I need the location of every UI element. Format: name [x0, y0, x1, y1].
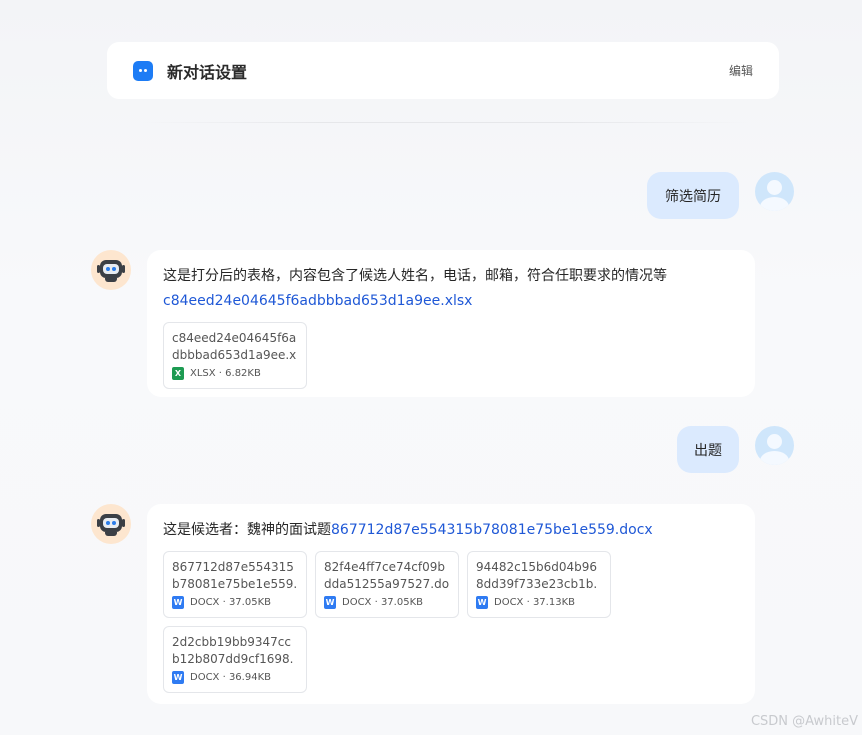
- file-name: 94482c15b6d04b968dd39f733e23cb1b.d...: [476, 560, 598, 591]
- header-divider: [140, 122, 750, 123]
- bot-message-body: 这是打分后的表格，内容包含了候选人姓名，电话，邮箱，符合任职要求的情况等: [163, 268, 667, 284]
- file-card[interactable]: 2d2cbb19bb9347ccb12b807dd9cf1698.d... W …: [163, 626, 307, 693]
- bot-avatar: [91, 504, 131, 544]
- watermark: CSDN @AwhiteV: [750, 714, 858, 729]
- chat-page: 新对话设置 编辑 筛选简历 这是打分后的表格，内容包含了候选人姓名，电话，邮箱，…: [0, 0, 862, 735]
- file-meta: W DOCX · 37.13KB: [476, 596, 602, 609]
- user-avatar: [755, 172, 794, 211]
- file-type-size: DOCX · 37.05KB: [342, 597, 423, 608]
- bot-message-bubble: 这是候选者：魏神的面试题867712d87e554315b78081e75be1…: [147, 504, 755, 704]
- file-card[interactable]: c84eed24e04645f6adbbbad653d1a9ee.xlsx X …: [163, 322, 307, 389]
- bot-message-body: 这是候选者：魏神的面试题: [163, 522, 331, 538]
- file-name: 82f4e4ff7ce74cf09bdda51255a97527.docx: [324, 560, 450, 591]
- docx-file-icon: W: [172, 596, 184, 609]
- user-message-text: 出题: [694, 442, 722, 459]
- user-message-text: 筛选简历: [665, 188, 721, 205]
- bot-avatar: [91, 250, 131, 290]
- file-link[interactable]: 867712d87e554315b78081e75be1e559.docx: [331, 522, 653, 538]
- user-message-bubble: 出题: [677, 426, 739, 473]
- docx-file-icon: W: [324, 596, 336, 609]
- robot-icon: [100, 260, 122, 278]
- file-meta: X XLSX · 6.82KB: [172, 367, 298, 380]
- bot-message-text: 这是打分后的表格，内容包含了候选人姓名，电话，邮箱，符合任职要求的情况等 c84…: [163, 264, 739, 314]
- docx-file-icon: W: [476, 596, 488, 609]
- file-meta: W DOCX · 37.05KB: [172, 596, 298, 609]
- file-name: 2d2cbb19bb9347ccb12b807dd9cf1698.d...: [172, 635, 294, 666]
- bot-message-bubble: 这是打分后的表格，内容包含了候选人姓名，电话，邮箱，符合任职要求的情况等 c84…: [147, 250, 755, 397]
- edit-button[interactable]: 编辑: [729, 62, 753, 79]
- user-message-bubble: 筛选简历: [647, 172, 739, 219]
- file-type-size: XLSX · 6.82KB: [190, 368, 261, 379]
- docx-file-icon: W: [172, 671, 184, 684]
- file-type-size: DOCX · 37.13KB: [494, 597, 575, 608]
- xlsx-file-icon: X: [172, 367, 184, 380]
- file-card[interactable]: 82f4e4ff7ce74cf09bdda51255a97527.docx W …: [315, 551, 459, 618]
- file-attachments: 867712d87e554315b78081e75be1e559.d... W …: [163, 551, 739, 693]
- chat-bubble-icon: [133, 60, 153, 81]
- file-card[interactable]: 94482c15b6d04b968dd39f733e23cb1b.d... W …: [467, 551, 611, 618]
- user-avatar: [755, 426, 794, 465]
- file-attachments: c84eed24e04645f6adbbbad653d1a9ee.xlsx X …: [163, 322, 739, 389]
- file-type-size: DOCX · 36.94KB: [190, 672, 271, 683]
- file-link[interactable]: c84eed24e04645f6adbbbad653d1a9ee.xlsx: [163, 293, 472, 309]
- file-meta: W DOCX · 37.05KB: [324, 596, 450, 609]
- bot-message-text: 这是候选者：魏神的面试题867712d87e554315b78081e75be1…: [163, 518, 739, 543]
- chat-header: 新对话设置 编辑: [107, 42, 779, 99]
- file-card[interactable]: 867712d87e554315b78081e75be1e559.d... W …: [163, 551, 307, 618]
- file-meta: W DOCX · 36.94KB: [172, 671, 298, 684]
- robot-icon: [100, 514, 122, 532]
- file-name: c84eed24e04645f6adbbbad653d1a9ee.xlsx: [172, 331, 297, 362]
- file-name: 867712d87e554315b78081e75be1e559.d...: [172, 560, 298, 591]
- chat-title: 新对话设置: [167, 62, 248, 82]
- file-type-size: DOCX · 37.05KB: [190, 597, 271, 608]
